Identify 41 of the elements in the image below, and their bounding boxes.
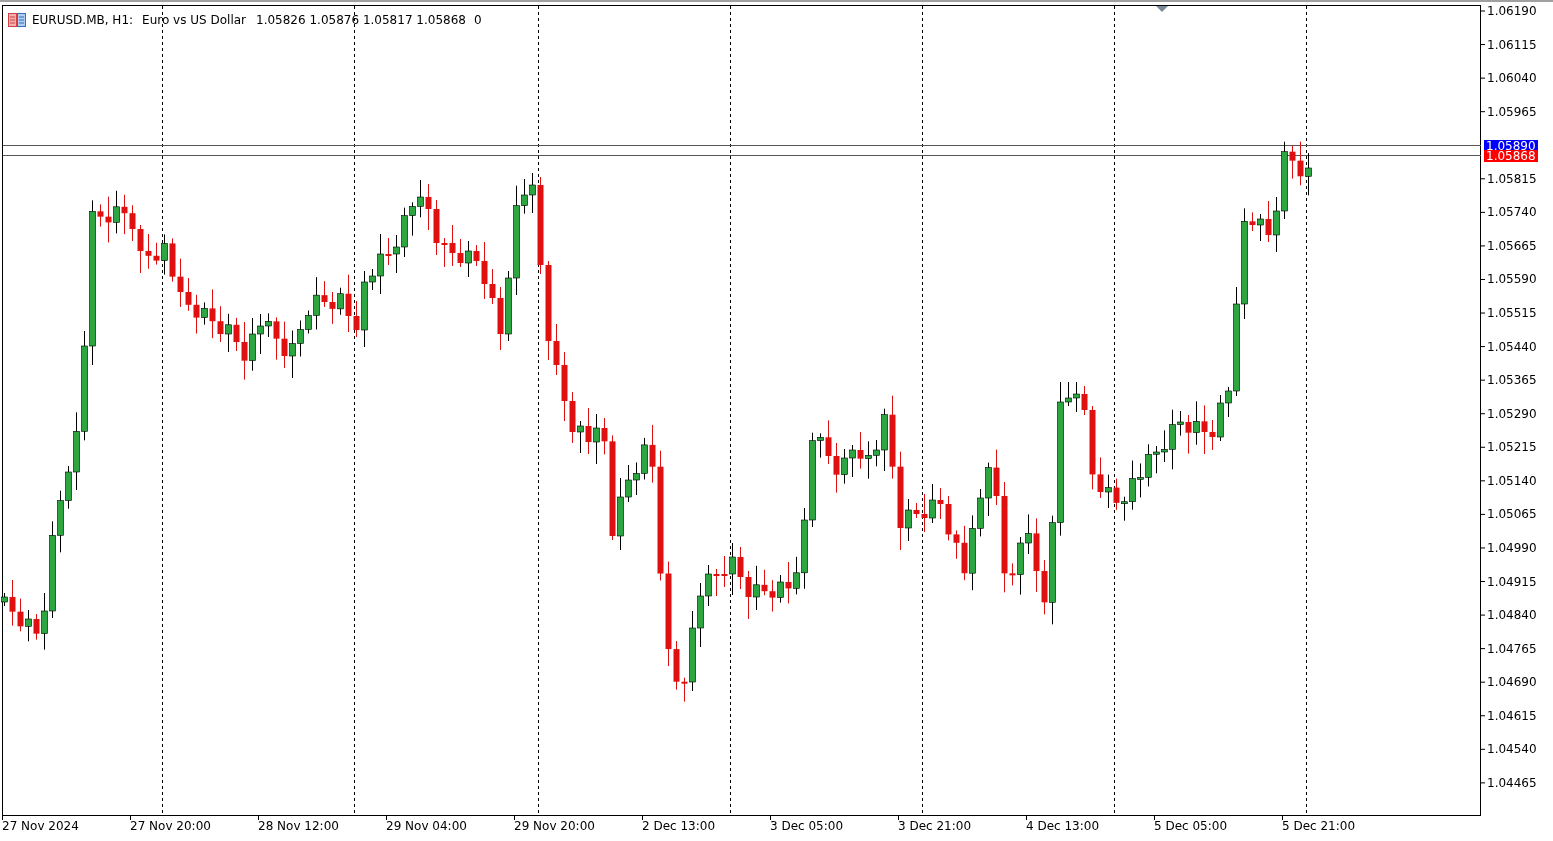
price-axis-label: 1.05290: [1487, 406, 1537, 421]
price-axis-label: 1.06190: [1487, 4, 1537, 18]
price-axis-label: 1.06040: [1487, 71, 1537, 86]
price-axis-label: 1.05215: [1487, 440, 1537, 455]
price-axis-label: 1.04915: [1487, 574, 1537, 589]
price-axis-label: 1.05365: [1487, 373, 1537, 388]
chart-window-icon: [8, 13, 26, 27]
time-axis-label: 29 Nov 20:00: [514, 819, 595, 833]
price-axis-label: 1.04840: [1487, 608, 1537, 623]
price-axis-label: 1.04690: [1487, 675, 1537, 690]
time-axis-label: 27 Nov 20:00: [130, 819, 211, 833]
price-axis-label: 1.05140: [1487, 473, 1537, 488]
price-axis-label: 1.05815: [1487, 171, 1537, 186]
bid-price-label: 1.05868: [1484, 150, 1538, 162]
time-axis-label: 29 Nov 04:00: [386, 819, 467, 833]
price-axis-label: 1.04990: [1487, 540, 1537, 555]
volume-value: 0: [473, 12, 482, 29]
time-axis-label: 4 Dec 13:00: [1026, 819, 1100, 833]
time-axis-label: 5 Dec 21:00: [1282, 819, 1356, 833]
time-axis-label: 27 Nov 2024: [2, 819, 79, 833]
time-axis-label: 5 Dec 05:00: [1154, 819, 1228, 833]
price-axis-label: 1.04615: [1487, 708, 1537, 723]
time-axis-label: 3 Dec 21:00: [898, 819, 972, 833]
price-axis-label: 1.05515: [1487, 306, 1537, 321]
price-axis-label: 1.04465: [1487, 775, 1537, 790]
price-axis-label: 1.04540: [1487, 742, 1537, 757]
time-axis-label: 3 Dec 05:00: [770, 819, 844, 833]
time-axis-label: 28 Nov 12:00: [258, 819, 339, 833]
price-axis-label: 1.06115: [1487, 37, 1537, 52]
price-axis-label: 1.05965: [1487, 104, 1537, 119]
time-axis-label: 2 Dec 13:00: [642, 819, 716, 833]
price-axis-label: 1.04765: [1487, 641, 1537, 656]
shift-marker-icon[interactable]: [1156, 6, 1168, 12]
price-axis-label: 1.05740: [1487, 205, 1537, 220]
price-axis-label: 1.05590: [1487, 272, 1537, 287]
symbol-label: EURUSD.MB, H1:: [32, 12, 134, 29]
ohlc-values: 1.05826 1.05876 1.05817 1.05868: [256, 12, 466, 29]
price-axis-label: 1.05065: [1487, 507, 1537, 522]
price-axis-label: 1.05665: [1487, 238, 1537, 253]
symbol-description: Euro vs US Dollar: [142, 12, 246, 29]
price-axis-label: 1.05440: [1487, 339, 1537, 354]
